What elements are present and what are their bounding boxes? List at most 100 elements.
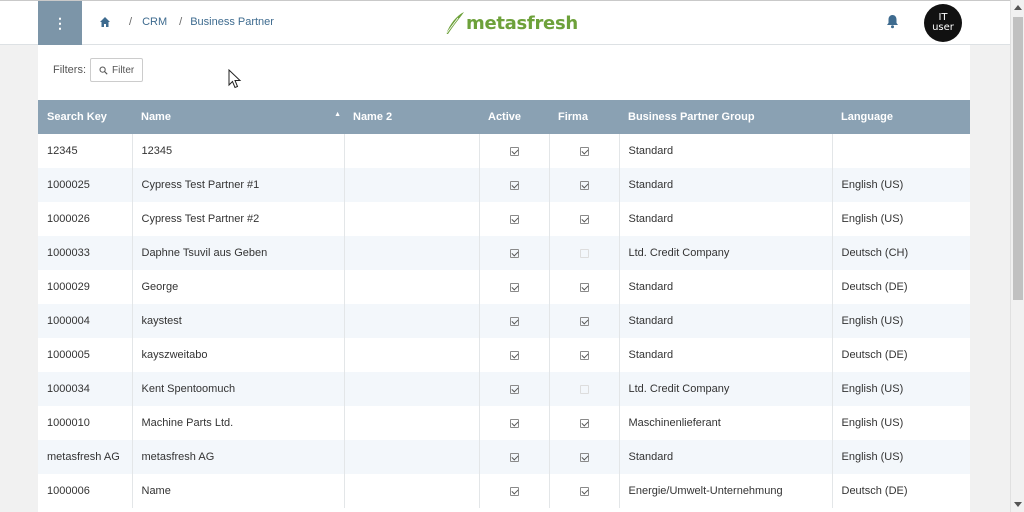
cell-search-key[interactable]: 1000010 <box>38 406 133 440</box>
cell-name-2[interactable] <box>344 406 480 440</box>
cell-search-key[interactable]: 1000004 <box>38 304 133 338</box>
cell-name-2[interactable] <box>344 440 480 474</box>
checked-checkbox-icon[interactable] <box>509 214 519 224</box>
table-row[interactable]: 1000029 George Standard Deutsch (DE) <box>38 270 970 304</box>
cell-search-key[interactable]: 1000026 <box>38 202 133 236</box>
cell-business-partner-group[interactable]: Standard <box>619 338 833 372</box>
cell-search-key[interactable]: 1000006 <box>38 474 133 508</box>
checked-checkbox-icon[interactable] <box>579 350 589 360</box>
table-row[interactable]: 1000033 Daphne Tsuvil aus Geben Ltd. Credi… <box>38 236 970 270</box>
cell-active[interactable] <box>479 406 550 440</box>
cell-business-partner-group[interactable]: Standard <box>619 168 833 202</box>
cell-language[interactable]: Deutsch (CH) <box>832 236 970 270</box>
cell-language[interactable]: Deutsch (DE) <box>832 474 970 508</box>
cell-search-key[interactable]: 1000025 <box>38 168 133 202</box>
cell-language[interactable]: Deutsch (DE) <box>832 270 970 304</box>
cell-business-partner-group[interactable]: Standard <box>619 134 833 168</box>
checked-checkbox-icon[interactable] <box>579 316 589 326</box>
cell-search-key[interactable]: 12345 <box>38 134 133 168</box>
cell-search-key[interactable]: 1000005 <box>38 338 133 372</box>
checked-checkbox-icon[interactable] <box>509 486 519 496</box>
column-language[interactable]: Language <box>832 100 970 134</box>
cell-active[interactable] <box>479 372 550 406</box>
scroll-up-icon[interactable] <box>1014 5 1022 10</box>
column-business-partner-group[interactable]: Business Partner Group <box>619 100 832 134</box>
cell-firma[interactable] <box>549 236 620 270</box>
cell-business-partner-group[interactable]: Energie/Umwelt-Unternehmung <box>619 474 833 508</box>
checked-checkbox-icon[interactable] <box>579 452 589 462</box>
cell-name[interactable]: Cypress Test Partner #1 <box>132 168 345 202</box>
cell-name-2[interactable] <box>344 270 480 304</box>
cell-name[interactable]: Name <box>132 474 345 508</box>
cell-firma[interactable] <box>549 270 620 304</box>
user-avatar[interactable]: IT user <box>924 4 962 42</box>
cell-name[interactable]: kaystest <box>132 304 345 338</box>
cell-search-key[interactable]: 1000029 <box>38 270 133 304</box>
menu-button[interactable]: ⋮ <box>38 1 82 45</box>
cell-firma[interactable] <box>549 168 620 202</box>
checked-checkbox-icon[interactable] <box>509 452 519 462</box>
cell-language[interactable] <box>832 134 970 168</box>
checked-checkbox-icon[interactable] <box>509 350 519 360</box>
cell-firma[interactable] <box>549 406 620 440</box>
breadcrumb-crm[interactable]: CRM <box>142 16 167 28</box>
cell-firma[interactable] <box>549 474 620 508</box>
cell-name[interactable]: George <box>132 270 345 304</box>
cell-active[interactable] <box>479 202 550 236</box>
column-search-key[interactable]: Search Key <box>38 100 132 134</box>
cell-active[interactable] <box>479 134 550 168</box>
checked-checkbox-icon[interactable] <box>579 282 589 292</box>
table-row[interactable]: 1000010 Machine Parts Ltd. Maschinenliefer… <box>38 406 970 440</box>
cell-firma[interactable] <box>549 134 620 168</box>
cell-business-partner-group[interactable]: Ltd. Credit Company <box>619 372 833 406</box>
table-row[interactable]: 1000034 Kent Spentoomuch Ltd. Credit Compa… <box>38 372 970 406</box>
cell-language[interactable]: English (US) <box>832 202 970 236</box>
cell-active[interactable] <box>479 236 550 270</box>
cell-name[interactable]: Machine Parts Ltd. <box>132 406 345 440</box>
checked-checkbox-icon[interactable] <box>509 282 519 292</box>
scroll-down-icon[interactable] <box>1014 502 1022 507</box>
checked-checkbox-icon[interactable] <box>509 248 519 258</box>
checked-checkbox-icon[interactable] <box>509 418 519 428</box>
cell-name[interactable]: 12345 <box>132 134 345 168</box>
cell-search-key[interactable]: 1000034 <box>38 372 133 406</box>
column-name[interactable]: Name ▲ <box>132 100 344 134</box>
cell-language[interactable]: English (US) <box>832 168 970 202</box>
cell-firma[interactable] <box>549 440 620 474</box>
column-active[interactable]: Active <box>479 100 549 134</box>
table-row[interactable]: 1000004 kaystest Standard English (US) <box>38 304 970 338</box>
cell-language[interactable]: English (US) <box>832 440 970 474</box>
cell-name-2[interactable] <box>344 304 480 338</box>
unchecked-checkbox-icon[interactable] <box>579 384 589 394</box>
unchecked-checkbox-icon[interactable] <box>579 248 589 258</box>
cell-language[interactable]: English (US) <box>832 406 970 440</box>
cell-search-key[interactable]: 1000033 <box>38 236 133 270</box>
checked-checkbox-icon[interactable] <box>579 180 589 190</box>
checked-checkbox-icon[interactable] <box>509 316 519 326</box>
checked-checkbox-icon[interactable] <box>509 146 519 156</box>
cell-name[interactable]: kayszweitabo <box>132 338 345 372</box>
cell-business-partner-group[interactable]: Standard <box>619 270 833 304</box>
bell-icon[interactable] <box>886 14 899 29</box>
cell-active[interactable] <box>479 338 550 372</box>
home-icon[interactable] <box>99 16 111 28</box>
cell-firma[interactable] <box>549 202 620 236</box>
checked-checkbox-icon[interactable] <box>509 180 519 190</box>
cell-active[interactable] <box>479 474 550 508</box>
cell-name[interactable]: Cypress Test Partner #2 <box>132 202 345 236</box>
cell-active[interactable] <box>479 304 550 338</box>
cell-name-2[interactable] <box>344 168 480 202</box>
scrollbar-thumb[interactable] <box>1013 17 1023 300</box>
cell-name-2[interactable] <box>344 338 480 372</box>
table-row[interactable]: 12345 12345 Standard <box>38 134 970 168</box>
cell-name-2[interactable] <box>344 474 480 508</box>
cell-name[interactable]: metasfresh AG <box>132 440 345 474</box>
cell-language[interactable]: English (US) <box>832 304 970 338</box>
cell-name-2[interactable] <box>344 236 480 270</box>
cell-search-key[interactable]: metasfresh AG <box>38 440 133 474</box>
cell-name-2[interactable] <box>344 134 480 168</box>
cell-active[interactable] <box>479 270 550 304</box>
column-firma[interactable]: Firma <box>549 100 619 134</box>
cell-business-partner-group[interactable]: Standard <box>619 304 833 338</box>
cell-firma[interactable] <box>549 338 620 372</box>
